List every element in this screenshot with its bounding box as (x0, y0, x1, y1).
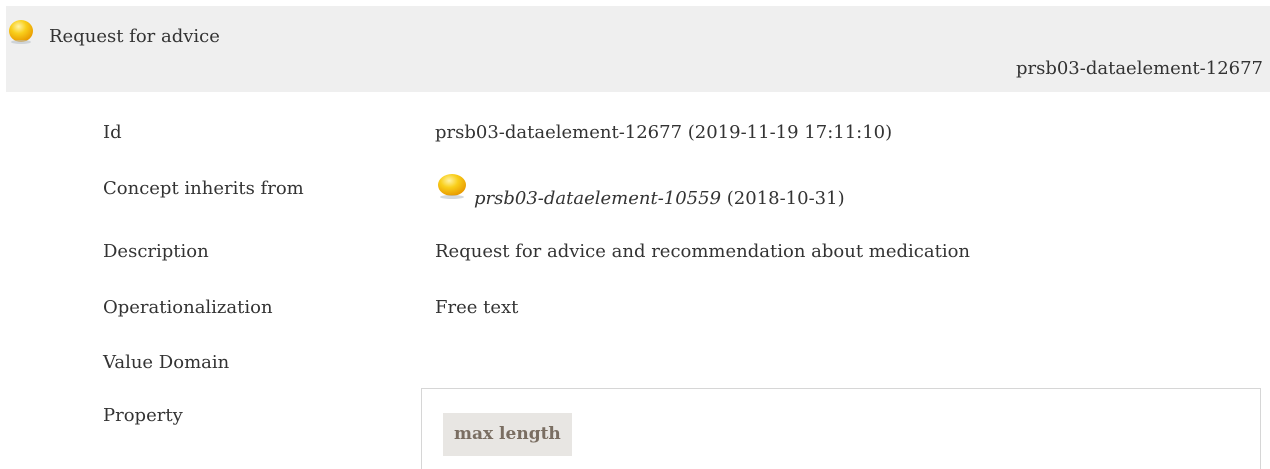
property-table: max length (421, 388, 1261, 469)
concept-id: prsb03-dataelement-12677 (1015, 58, 1263, 79)
operationalization-label: Operationalization (103, 297, 273, 318)
operationalization-value: Free text (435, 297, 519, 318)
property-label: Property (103, 405, 183, 426)
status-circle-icon (9, 20, 33, 44)
max-length-header: max length (443, 413, 572, 456)
concept-title: Request for advice (49, 26, 220, 47)
inherits-link[interactable]: prsb03-dataelement-10559 (474, 188, 721, 209)
inherits-date: (2018-10-31) (721, 188, 845, 209)
concept-header: Request for advice prsb03-dataelement-12… (6, 6, 1270, 92)
description-value: Request for advice and recommendation ab… (435, 241, 971, 262)
status-circle-icon (438, 174, 466, 199)
id-value: prsb03-dataelement-12677 (2019-11-19 17:… (435, 122, 893, 143)
id-label: Id (103, 122, 122, 143)
value-domain-label: Value Domain (103, 352, 230, 373)
inherits-label: Concept inherits from (103, 178, 304, 199)
description-label: Description (103, 241, 209, 262)
inherits-value: prsb03-dataelement-10559 (2018-10-31) (474, 188, 845, 209)
